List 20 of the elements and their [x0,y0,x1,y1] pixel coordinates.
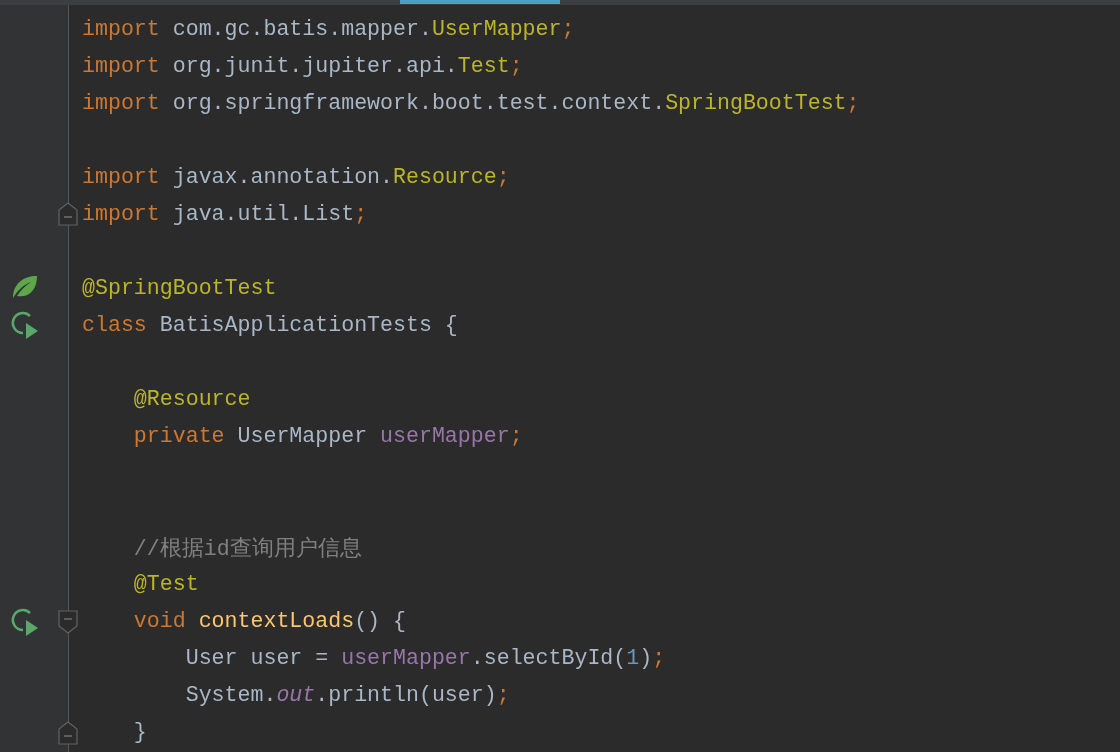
code-line: System.out.println(user); [184,683,510,708]
code-line: import java.util.List; [82,201,368,226]
code-line: import org.springframework.boot.test.context.SpringBootTest; [82,90,860,115]
code-line: class BatisApplicationTests { [82,312,458,337]
code-line: @Resource [132,387,251,412]
code-line: @SpringBootTest [82,275,277,300]
run-icon[interactable] [11,311,39,340]
code-line: User user = userMapper.selectById(1); [184,646,666,671]
run-icon[interactable] [11,607,39,636]
fold-marker-icon[interactable] [58,720,78,745]
code-line: @Test [132,572,199,597]
code-line: import com.gc.batis.mapper.UserMapper; [82,16,575,41]
code-line: void contextLoads() { [132,609,406,634]
code-line: import org.junit.jupiter.api.Test; [82,53,523,78]
code-line: } [132,720,147,745]
fold-marker-icon[interactable] [58,609,78,634]
code-line: private UserMapper userMapper; [132,424,523,449]
fold-marker-icon[interactable] [58,202,78,227]
code-line: import javax.annotation.Resource; [82,164,510,189]
code-line: //根据id查询用户信息 [132,536,362,561]
